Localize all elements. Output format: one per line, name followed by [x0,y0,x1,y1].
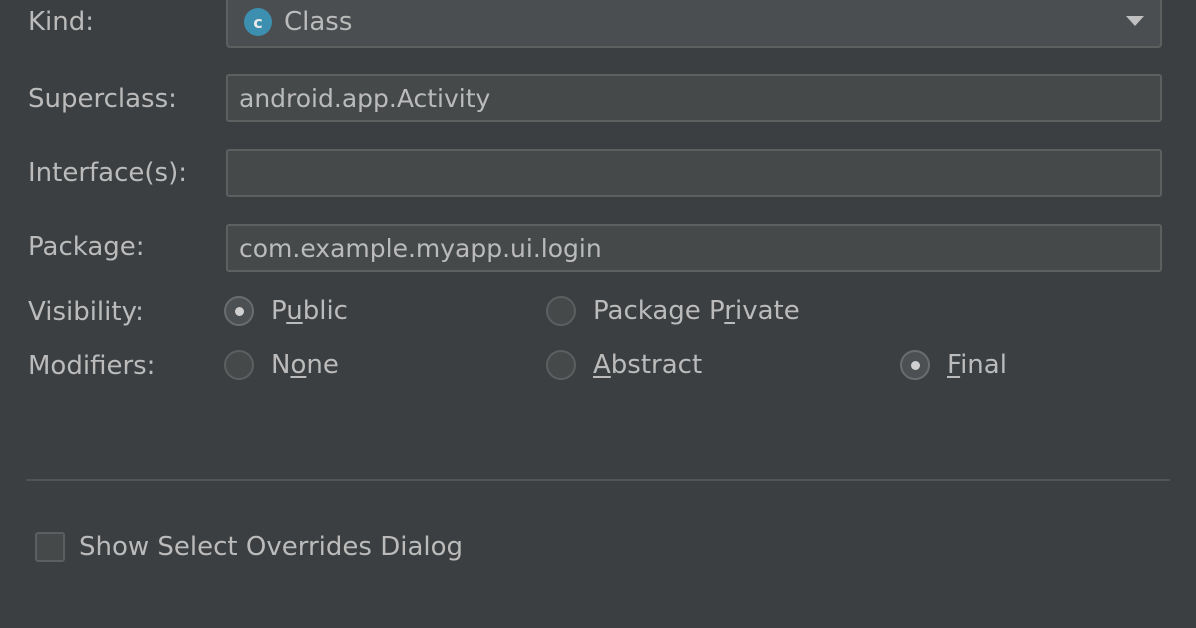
superclass-input[interactable]: android.app.Activity [226,74,1162,122]
radio-label-package-private: Package Private [593,296,800,326]
show-overrides-checkbox[interactable] [35,532,65,562]
superclass-label: Superclass: [28,84,177,114]
interfaces-input[interactable] [226,149,1162,197]
radio-dot [910,360,920,370]
radio-button[interactable] [546,350,576,380]
package-label: Package: [28,232,145,262]
interfaces-label: Interface(s): [28,158,187,188]
radio-dot [234,306,244,316]
show-overrides-checkbox-row[interactable]: Show Select Overrides Dialog [35,532,463,562]
radio-button[interactable] [224,350,254,380]
radio-label-none: None [271,350,339,380]
chevron-down-icon[interactable] [1126,16,1144,26]
radio-label-abstract: Abstract [593,350,703,380]
kind-label: Kind: [28,7,95,37]
radio-button[interactable] [546,296,576,326]
radio-label-public: Public [271,296,348,326]
radio-button-checked[interactable] [224,296,254,326]
class-icon: c [244,8,272,36]
kind-selected-value: Class [284,7,353,37]
modifiers-label: Modifiers: [28,351,156,381]
radio-label-final: Final [947,350,1007,380]
visibility-label: Visibility: [28,297,144,327]
modifiers-radio-final[interactable]: Final [900,350,1007,380]
package-input[interactable]: com.example.myapp.ui.login [226,224,1162,272]
section-divider [26,479,1170,481]
modifiers-radio-abstract[interactable]: Abstract [546,350,702,380]
visibility-radio-public[interactable]: Public [224,296,348,326]
modifiers-radio-none[interactable]: None [224,350,339,380]
show-overrides-label: Show Select Overrides Dialog [79,532,464,562]
radio-button-checked[interactable] [900,350,930,380]
kind-dropdown[interactable]: c Class [226,0,1162,48]
visibility-radio-package-private[interactable]: Package Private [546,296,800,326]
